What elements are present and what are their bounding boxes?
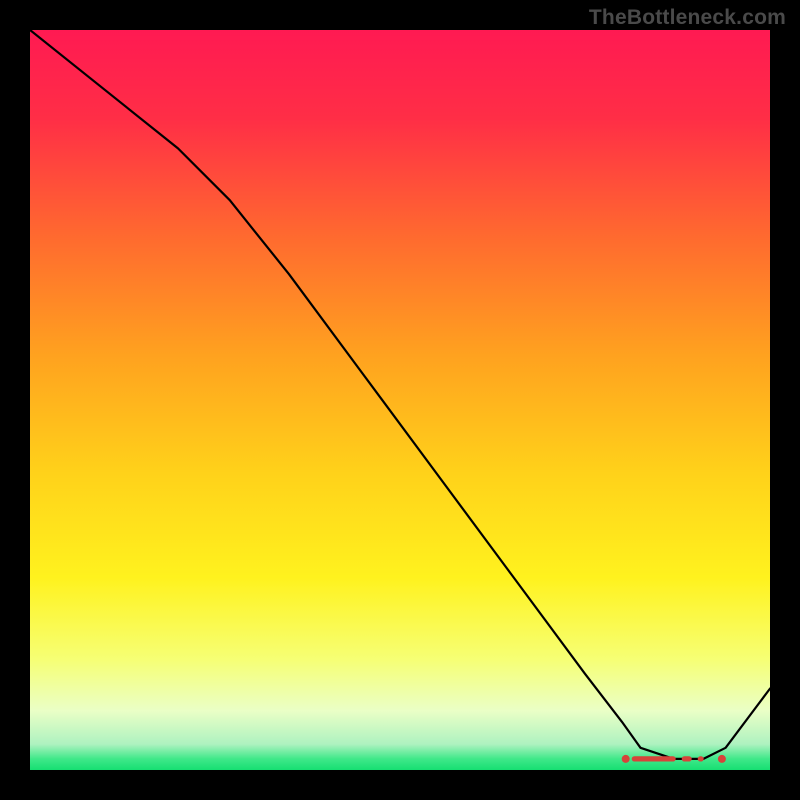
chart-background — [30, 30, 770, 770]
chart-stage: TheBottleneck.com — [0, 0, 800, 800]
chart-plot — [30, 30, 770, 770]
watermark-text: TheBottleneck.com — [589, 6, 786, 30]
